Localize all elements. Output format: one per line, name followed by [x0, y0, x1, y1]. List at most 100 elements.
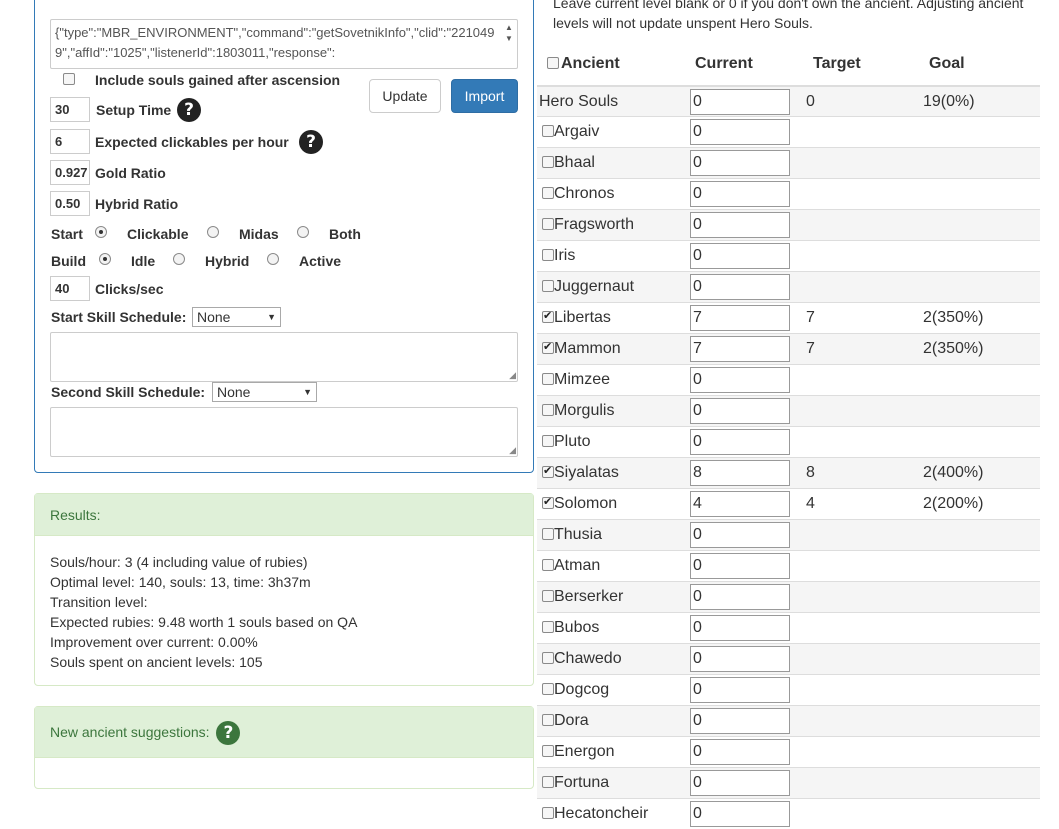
build-active-radio[interactable]: [267, 253, 279, 265]
ancient-current-input[interactable]: 0: [690, 367, 790, 393]
result-line: Souls/hour: 3 (4 including value of rubi…: [50, 554, 308, 570]
ancient-current-input[interactable]: 7: [690, 305, 790, 331]
update-button[interactable]: Update: [369, 79, 441, 113]
ancient-name: Siyalatas: [554, 464, 619, 481]
ancient-checkbox[interactable]: [542, 495, 554, 509]
suggestions-heading: New ancient suggestions:: [50, 724, 210, 740]
start-both-radio[interactable]: [297, 226, 309, 238]
ancient-checkbox[interactable]: [542, 745, 554, 757]
clicks-per-sec-input[interactable]: 40: [50, 276, 90, 301]
start-schedule-select[interactable]: None ▼: [192, 307, 281, 327]
ancient-current-input[interactable]: 0: [690, 770, 790, 796]
ancient-checkbox[interactable]: [542, 435, 554, 447]
start-both-label: Both: [329, 226, 361, 242]
ancient-name: Berserker: [554, 588, 624, 605]
ancient-checkbox[interactable]: [542, 280, 554, 292]
ancient-checkbox[interactable]: [542, 590, 554, 602]
start-clickable-radio[interactable]: [95, 226, 107, 238]
ancient-row: Mammon 77 2(350%): [537, 333, 1040, 364]
ancient-checkbox[interactable]: [542, 776, 554, 788]
ancient-current-input[interactable]: 0: [690, 615, 790, 641]
gold-ratio-input[interactable]: 0.927: [50, 160, 90, 185]
ancient-checkbox[interactable]: [542, 373, 554, 385]
ancient-current-input[interactable]: 0: [690, 584, 790, 610]
header-current: Current: [695, 55, 753, 72]
setup-time-input[interactable]: 30: [50, 97, 90, 122]
ancient-current-input[interactable]: 0: [690, 243, 790, 269]
ancient-current-input[interactable]: 0: [690, 150, 790, 176]
ancient-checkbox[interactable]: [542, 559, 554, 571]
result-line: Transition level:: [50, 594, 148, 610]
ancient-name: Bubos: [554, 619, 600, 636]
ancient-current-input[interactable]: 0: [690, 398, 790, 424]
setup-time-help-icon[interactable]: ?: [177, 98, 201, 122]
ancient-current-input[interactable]: 0: [690, 739, 790, 765]
ancient-row: Morgulis 0: [537, 395, 1040, 426]
ancient-checkbox[interactable]: [542, 683, 554, 695]
textarea-scroll-arrows-icon[interactable]: ▲ ▼: [503, 22, 515, 48]
second-schedule-textarea[interactable]: ◢: [50, 407, 518, 457]
ancient-current-input[interactable]: 0: [690, 553, 790, 579]
ancient-checkbox[interactable]: [542, 807, 554, 819]
clickables-help-icon[interactable]: ?: [299, 130, 323, 154]
ancient-checkbox[interactable]: [542, 125, 554, 137]
ancient-goal: 2(400%): [923, 464, 984, 481]
ancient-current-input[interactable]: 0: [690, 212, 790, 238]
ancient-checkbox[interactable]: [542, 714, 554, 726]
ancient-name: Chronos: [554, 185, 615, 202]
ancient-current-input[interactable]: 0: [690, 708, 790, 734]
build-label: Build: [51, 253, 86, 269]
ancient-current-input[interactable]: 7: [690, 336, 790, 362]
build-idle-radio[interactable]: [99, 253, 111, 265]
second-schedule-select[interactable]: None ▼: [212, 382, 317, 402]
header-ancient: Ancient: [561, 55, 620, 72]
select-all-checkbox[interactable]: [547, 57, 559, 69]
start-midas-radio[interactable]: [207, 226, 219, 238]
start-schedule-textarea[interactable]: ◢: [50, 332, 518, 382]
ancient-checkbox[interactable]: [542, 404, 554, 416]
ancient-name: Dogcog: [554, 681, 610, 698]
resize-grip-icon[interactable]: ◢: [509, 445, 516, 456]
import-button[interactable]: Import: [451, 79, 518, 113]
ancient-current-input[interactable]: 0: [690, 646, 790, 672]
suggestions-help-icon[interactable]: ?: [216, 721, 241, 746]
ancient-checkbox[interactable]: [542, 528, 554, 540]
header-goal: Goal: [929, 55, 965, 72]
resize-grip-icon[interactable]: ◢: [509, 370, 516, 381]
ancient-name: Juggernaut: [554, 278, 635, 295]
hybrid-ratio-input[interactable]: 0.50: [50, 191, 90, 216]
ancient-current-input[interactable]: 8: [690, 460, 790, 486]
include-souls-checkbox[interactable]: [63, 73, 75, 85]
ancient-current-input[interactable]: 0: [690, 522, 790, 548]
ancient-current-input[interactable]: 4: [690, 491, 790, 517]
ancient-current-input[interactable]: 0: [690, 801, 790, 827]
suggestions-panel: New ancient suggestions: ?: [34, 706, 534, 789]
ancient-checkbox[interactable]: [542, 218, 554, 230]
ancient-checkbox[interactable]: [542, 187, 554, 199]
import-data-textarea[interactable]: {"type":"MBR_ENVIRONMENT","command":"get…: [50, 19, 518, 69]
ancient-checkbox[interactable]: [542, 652, 554, 664]
ancient-checkbox[interactable]: [542, 309, 554, 323]
ancient-checkbox[interactable]: [542, 249, 554, 261]
ancient-row: Hecatoncheir 0: [537, 798, 1040, 829]
result-line: Optimal level: 140, souls: 13, time: 3h3…: [50, 574, 311, 590]
ancient-current-input[interactable]: 0: [690, 677, 790, 703]
ancient-target: 8: [806, 464, 815, 481]
result-line: Expected rubies: 9.48 worth 1 souls base…: [50, 614, 358, 630]
ancient-current-input[interactable]: 0: [690, 119, 790, 145]
hero-souls-input[interactable]: 0: [690, 89, 790, 115]
ancient-row: Solomon 44 2(200%): [537, 488, 1040, 519]
ancient-checkbox[interactable]: [542, 621, 554, 633]
ancient-current-input[interactable]: 0: [690, 181, 790, 207]
ancient-current-input[interactable]: 0: [690, 429, 790, 455]
ancient-row: Bhaal 0: [537, 147, 1040, 178]
ancient-checkbox[interactable]: [542, 464, 554, 478]
result-line: Improvement over current: 0.00%: [50, 634, 258, 650]
ancient-checkbox[interactable]: [542, 156, 554, 168]
ancient-checkbox[interactable]: [542, 340, 554, 354]
build-hybrid-radio[interactable]: [173, 253, 185, 265]
ancient-current-input[interactable]: 0: [690, 274, 790, 300]
clicks-per-sec-label: Clicks/sec: [95, 281, 164, 297]
clickables-input[interactable]: 6: [50, 129, 90, 154]
ancient-name: Hecatoncheir: [554, 805, 649, 822]
